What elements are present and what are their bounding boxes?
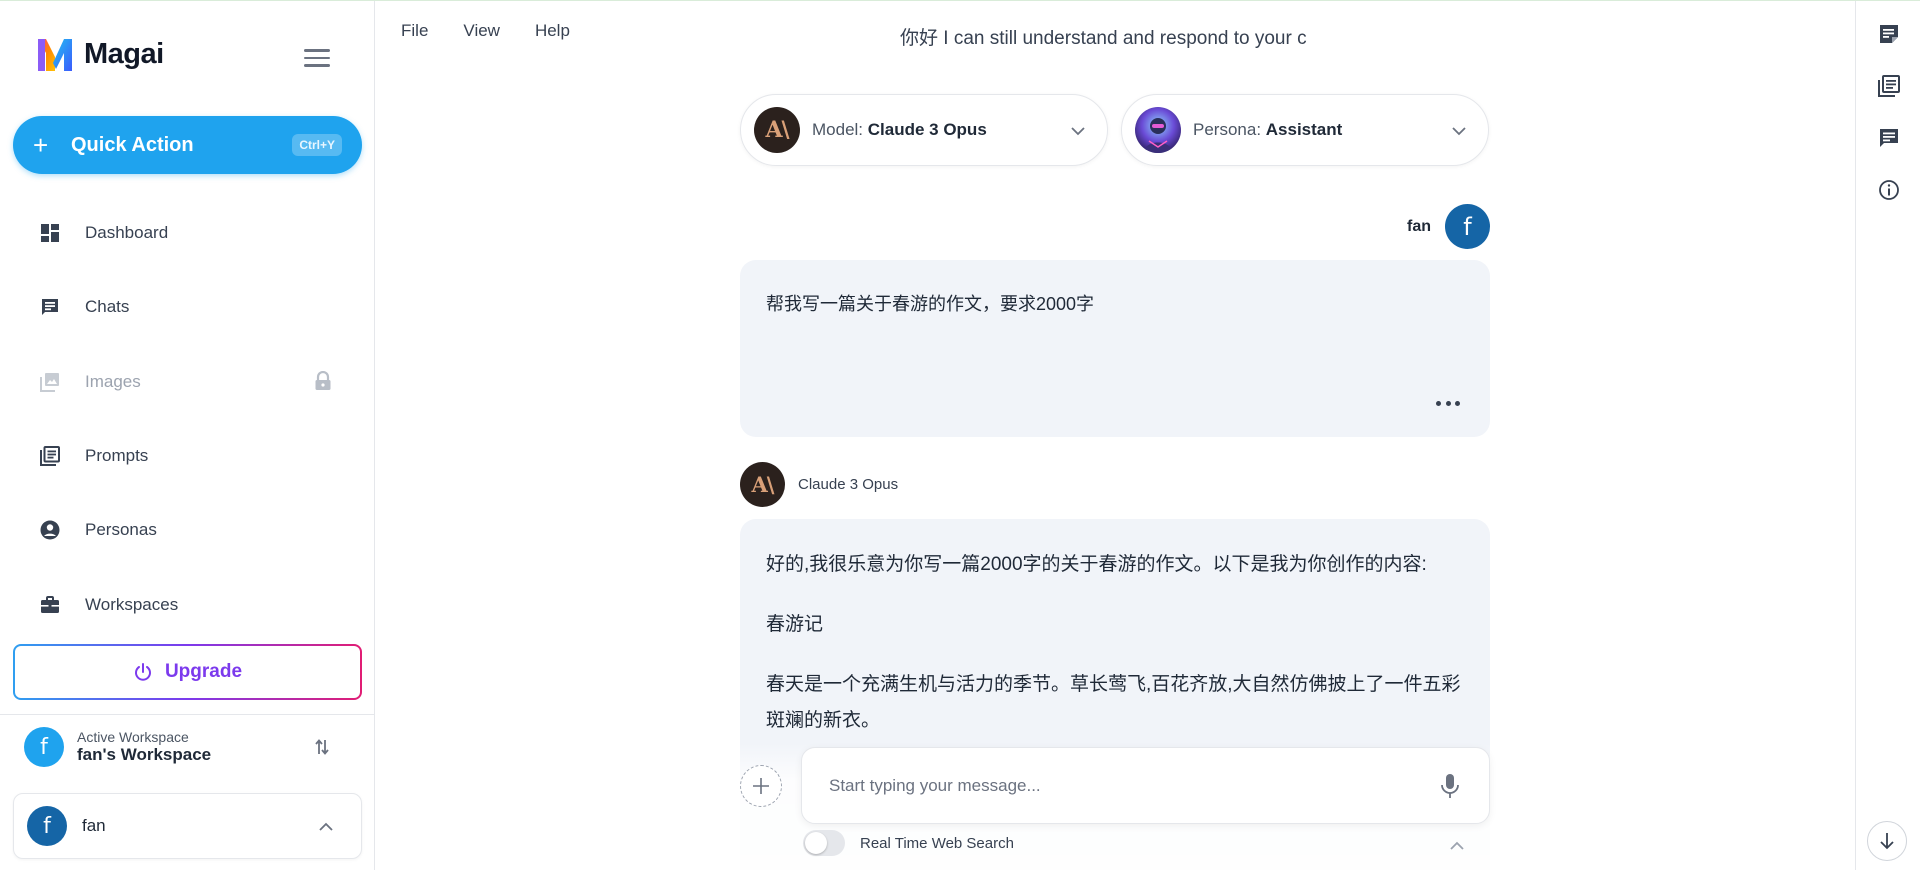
anthropic-logo-icon: A\	[740, 462, 785, 507]
message-composer	[801, 747, 1490, 824]
sidebar-item-dashboard[interactable]: Dashboard	[0, 196, 375, 270]
assistant-message-header: A\ Claude 3 Opus	[740, 462, 898, 507]
sidebar: Magai + Quick Action Ctrl+Y Dashboard Ch…	[0, 1, 375, 870]
divider	[0, 714, 375, 715]
chevron-up-icon[interactable]	[1450, 837, 1464, 855]
sidebar-item-chats[interactable]: Chats	[0, 270, 375, 344]
persona-prefix: Persona:	[1193, 120, 1266, 139]
sidebar-item-label: Personas	[85, 520, 157, 540]
prompts-icon	[38, 444, 62, 468]
magai-logo-icon	[38, 39, 72, 71]
workspace-avatar: f	[24, 727, 64, 767]
message-input[interactable]	[829, 775, 1439, 796]
user-avatar: f	[27, 806, 67, 846]
scroll-to-bottom-button[interactable]	[1867, 821, 1907, 861]
image-icon	[38, 370, 62, 394]
sidebar-item-personas[interactable]: Personas	[0, 493, 375, 567]
sidebar-item-label: Workspaces	[85, 594, 179, 614]
workspace-caption: Active Workspace	[77, 729, 189, 746]
sidebar-item-prompts[interactable]: Prompts	[0, 419, 375, 493]
message-paragraph: 好的,我很乐意为你写一篇2000字的关于春游的作文。以下是我为你创作的内容:	[766, 554, 1427, 575]
model-prefix: Model:	[812, 120, 868, 139]
chat-icon	[38, 295, 62, 319]
chevron-down-icon	[1452, 123, 1466, 141]
menu-view[interactable]: View	[463, 21, 500, 41]
anthropic-logo-icon: A\	[754, 107, 800, 153]
briefcase-icon	[38, 593, 62, 617]
model-value: Claude 3 Opus	[867, 120, 987, 139]
menu-help[interactable]: Help	[535, 21, 570, 41]
microphone-icon[interactable]	[1439, 773, 1461, 799]
sidebar-item-label: Images	[85, 371, 141, 391]
user-avatar: f	[1445, 204, 1490, 249]
chevron-up-icon	[319, 818, 333, 836]
sender-name: Claude 3 Opus	[798, 476, 899, 493]
web-search-label: Real Time Web Search	[860, 834, 1014, 852]
switch-workspace-icon[interactable]	[314, 737, 330, 762]
user-name: fan	[82, 816, 106, 835]
shortcut-badge: Ctrl+Y	[292, 134, 342, 156]
user-message: 帮我写一篇关于春游的作文，要求2000字	[740, 260, 1490, 437]
quick-action-button[interactable]: + Quick Action Ctrl+Y	[13, 116, 362, 174]
attach-button[interactable]	[740, 765, 782, 807]
persona-selector[interactable]: Persona: Assistant	[1121, 94, 1489, 166]
menu-file[interactable]: File	[401, 21, 428, 41]
sidebar-item-images[interactable]: Images	[0, 345, 375, 419]
brand-name: Magai	[84, 37, 164, 70]
user-message-header: fan f	[1390, 204, 1490, 249]
message-paragraph: 春游记	[766, 614, 824, 635]
chat-icon[interactable]	[1878, 127, 1900, 149]
persona-avatar	[1135, 107, 1181, 153]
workspace-name: fan's Workspace	[77, 745, 212, 765]
sidebar-item-workspaces[interactable]: Workspaces	[0, 567, 375, 641]
sidebar-nav: Dashboard Chats Images Prompts Personas …	[0, 196, 375, 642]
web-search-toggle[interactable]	[803, 830, 845, 856]
persona-value: Assistant	[1265, 120, 1343, 139]
sidebar-item-label: Prompts	[85, 446, 149, 466]
right-rail	[1855, 1, 1920, 870]
brand[interactable]: Magai	[36, 35, 164, 73]
model-selector[interactable]: A\ Model: Claude 3 Opus	[740, 94, 1108, 166]
quick-action-label: Quick Action	[71, 133, 194, 156]
sender-name: fan	[1407, 217, 1431, 235]
more-options-icon[interactable]	[1436, 401, 1460, 407]
sidebar-item-label: Chats	[85, 297, 130, 317]
message-text: 帮我写一篇关于春游的作文，要求2000字	[766, 294, 1095, 314]
power-icon	[134, 663, 151, 681]
plus-icon	[753, 778, 769, 794]
chat-title[interactable]: 你好 I can still understand and respond to…	[900, 23, 1307, 50]
notes-icon[interactable]	[1878, 23, 1900, 45]
prompts-library-icon[interactable]	[1878, 75, 1900, 97]
upgrade-label: Upgrade	[164, 661, 243, 682]
upgrade-button[interactable]: Upgrade	[13, 644, 362, 700]
active-workspace[interactable]: f Active Workspace fan's Workspace	[24, 725, 344, 769]
menu-toggle-icon[interactable]	[304, 49, 330, 67]
sidebar-item-label: Dashboard	[85, 223, 169, 243]
message-paragraph: 春天是一个充满生机与活力的季节。草长莺飞,百花齐放,大自然仿佛披上了一件五彩斑斓…	[766, 674, 1461, 731]
person-icon	[38, 518, 62, 542]
lock-icon	[314, 370, 332, 396]
menubar: File View Help	[401, 21, 570, 41]
chevron-down-icon	[1071, 123, 1085, 141]
user-menu[interactable]: f fan	[13, 793, 362, 859]
info-icon[interactable]	[1878, 179, 1900, 201]
arrow-down-icon	[1880, 833, 1894, 850]
dashboard-icon	[38, 221, 62, 245]
web-search-row: Real Time Web Search	[803, 830, 1014, 856]
plus-icon: +	[33, 130, 49, 160]
